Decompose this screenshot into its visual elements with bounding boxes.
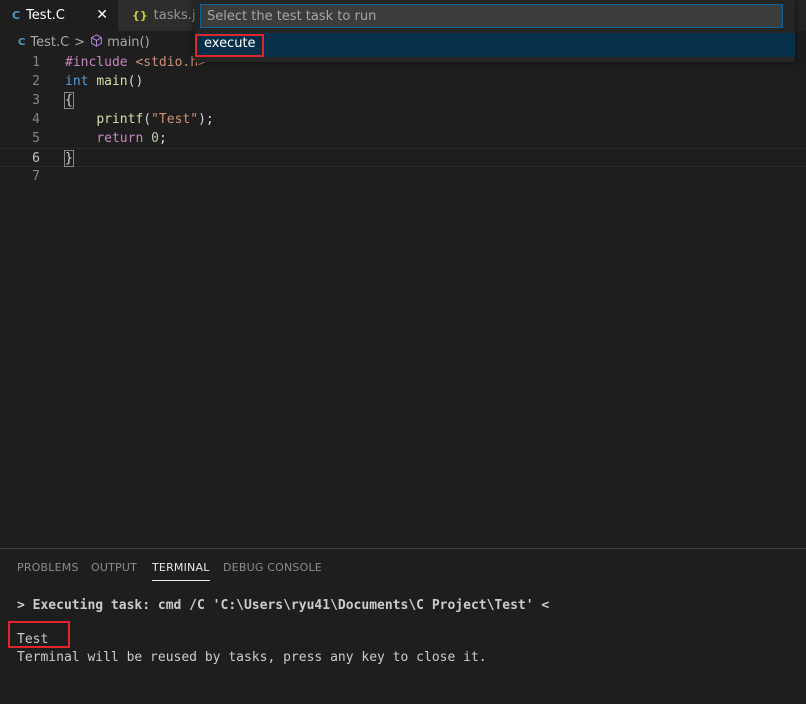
terminal-line: > Executing task: cmd /C 'C:\Users\ryu41… [17, 598, 550, 613]
code-text: printf("Test"); [96, 112, 214, 127]
code-text: return 0; [96, 131, 167, 146]
tab-terminal[interactable]: TERMINAL [152, 561, 210, 581]
task-search-input[interactable] [200, 4, 783, 28]
line-number: 6 [32, 151, 40, 166]
line-number: 4 [32, 112, 40, 127]
json-file-icon: {} [132, 9, 148, 22]
tab-problems[interactable]: PROBLEMS [17, 561, 79, 574]
code-text: int main() [65, 74, 144, 89]
code-line: 7 [0, 167, 806, 186]
tab-output[interactable]: OUTPUT [91, 561, 137, 574]
code-line: 3 { [0, 91, 806, 110]
line-number: 3 [32, 93, 40, 108]
method-cube-icon [90, 33, 103, 51]
quick-pick-widget: execute [195, 0, 795, 62]
tab-test-c[interactable]: C Test.C ✕ [0, 0, 118, 31]
line-number: 1 [32, 55, 40, 70]
current-code-line: 6 } [0, 148, 806, 167]
line-number: 5 [32, 131, 40, 146]
panel-tabs: PROBLEMS OUTPUT TERMINAL DEBUG CONSOLE [0, 549, 806, 585]
line-number: 2 [32, 74, 40, 89]
breadcrumb-file[interactable]: Test.C [30, 35, 69, 50]
terminal-line: Terminal will be reused by tasks, press … [17, 650, 487, 665]
bottom-panel: PROBLEMS OUTPUT TERMINAL DEBUG CONSOLE >… [0, 548, 806, 704]
code-editor[interactable]: 1 #include <stdio.h> 2 int main() 3 { 4 … [0, 53, 806, 548]
code-line: 2 int main() [0, 72, 806, 91]
breadcrumb-symbol[interactable]: main() [107, 35, 150, 50]
code-line: 4 printf("Test"); [0, 110, 806, 129]
quick-pick-item-execute[interactable]: execute [195, 33, 795, 57]
code-text: } [64, 150, 74, 167]
tab-label: Test.C [26, 8, 65, 23]
close-icon[interactable]: ✕ [96, 7, 108, 23]
code-line: 5 return 0; [0, 129, 806, 148]
chevron-right-icon: > [74, 34, 86, 50]
tab-debug-console[interactable]: DEBUG CONSOLE [223, 561, 322, 574]
c-file-icon: C [12, 9, 21, 22]
highlight-box [195, 34, 264, 57]
highlight-box [8, 621, 70, 648]
c-file-icon: C [18, 36, 26, 48]
line-number: 7 [32, 169, 40, 184]
code-text: #include <stdio.h> [65, 55, 206, 70]
code-text: { [64, 92, 74, 109]
